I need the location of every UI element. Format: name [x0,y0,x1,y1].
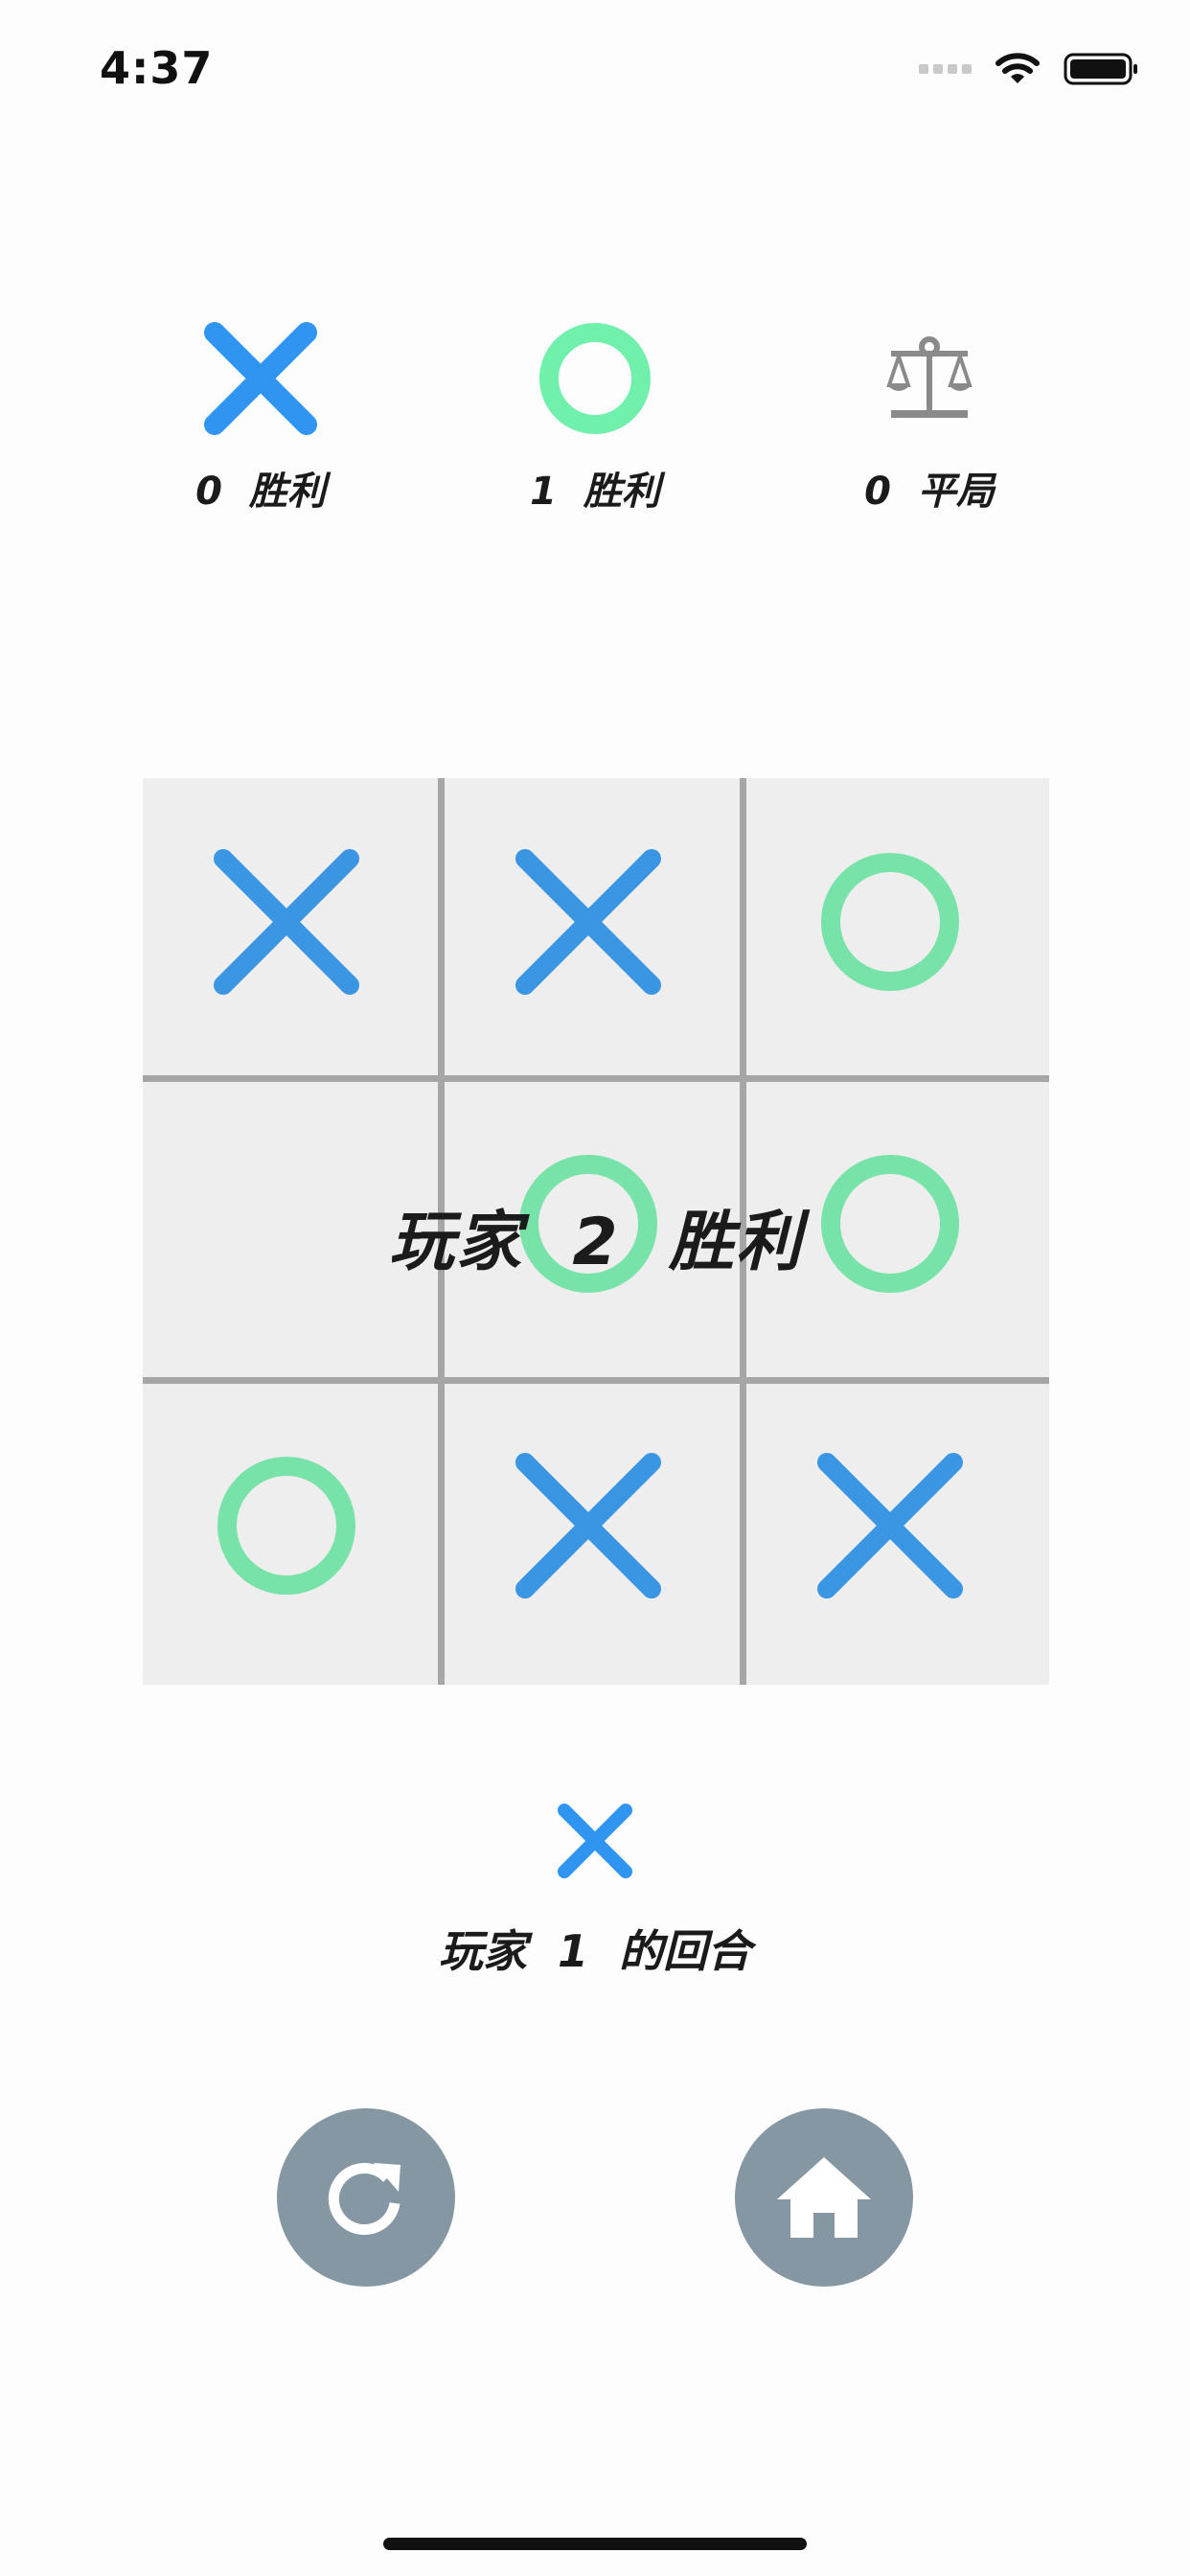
x-mark-icon [136,316,385,441]
board-cell-1[interactable] [143,778,430,1066]
home-indicator [383,2538,807,2550]
o-mark-icon [470,316,720,441]
home-button[interactable] [735,2108,913,2287]
board-cell-8[interactable] [445,1382,732,1669]
x-wins-label: 0 胜利 [195,470,326,514]
winner-message: 玩家 2 胜利 [388,1205,803,1280]
score-x-wins: 0 胜利 [136,316,385,516]
x-mark-icon [214,849,359,995]
o-mark-icon [821,853,959,991]
board-cell-2[interactable] [445,778,732,1066]
x-mark-icon [817,1453,963,1598]
o-mark-icon [217,1457,355,1595]
status-time: 4:37 [100,42,214,94]
grid-line-horizontal [143,1377,1049,1384]
status-icons [919,50,1140,88]
x-mark-icon [515,1453,661,1598]
turn-label: 玩家 1 的回合 [438,1925,752,1977]
restart-icon [328,2163,400,2235]
status-bar: 4:37 [0,0,1190,144]
cellular-signal-icon [919,64,972,74]
o-wins-label: 1 胜利 [530,470,660,514]
draws-label: 0 平局 [864,470,995,514]
x-mark-icon [515,849,661,995]
score-draws: 0 平局 [805,316,1054,516]
home-icon [777,2157,871,2238]
board-cell-7[interactable] [143,1382,430,1669]
grid-line-horizontal [143,1075,1049,1082]
wifi-icon [995,53,1040,83]
board-cell-3[interactable] [746,778,1034,1066]
balance-scale-icon [805,316,1054,441]
restart-button[interactable] [277,2108,455,2287]
score-o-wins: 1 胜利 [470,316,720,516]
battery-icon [1064,53,1137,85]
board-cell-9[interactable] [746,1382,1034,1669]
current-turn-x-icon [556,1802,634,1880]
